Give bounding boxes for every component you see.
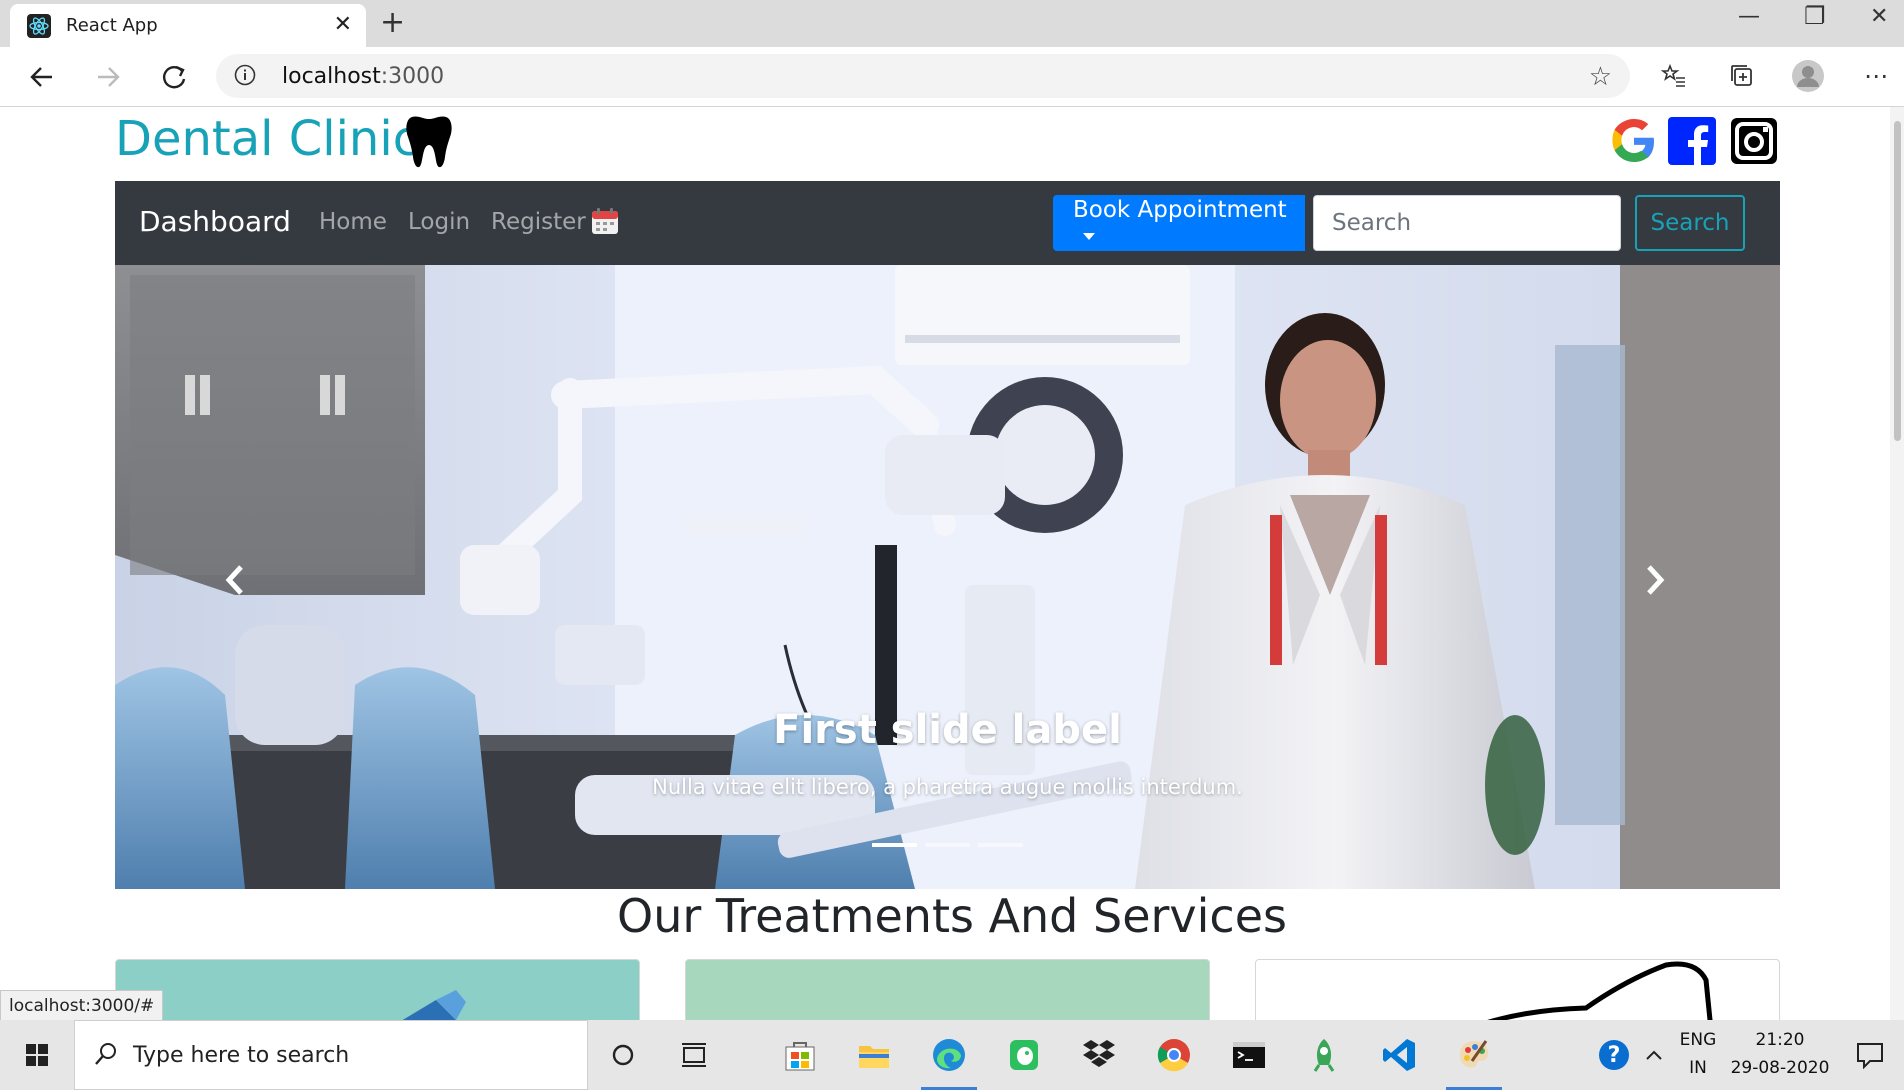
show-hidden-icons-chevron-icon[interactable]	[1632, 1033, 1676, 1077]
dropbox-icon[interactable]	[1077, 1033, 1121, 1077]
vscode-icon[interactable]	[1377, 1033, 1421, 1077]
profile-avatar-icon[interactable]	[1790, 58, 1826, 94]
taskbar-search-placeholder: Type here to search	[133, 1043, 350, 1068]
new-tab-icon[interactable]: +	[380, 6, 405, 40]
task-view-icon[interactable]	[673, 1033, 717, 1077]
svg-text:?: ?	[1608, 1043, 1621, 1068]
search-icon	[95, 1043, 116, 1065]
brand-title[interactable]: Dental Clinic	[115, 111, 419, 167]
forward-arrow-icon[interactable]	[90, 59, 126, 95]
paint-icon[interactable]	[1446, 1033, 1502, 1090]
page-viewport: Dental Clinic Dashboard Home Login Regis…	[0, 107, 1904, 1020]
favorites-icon[interactable]	[1656, 58, 1692, 94]
tab-title: React App	[66, 15, 158, 36]
status-url-tooltip: localhost:3000/#	[0, 990, 164, 1020]
back-arrow-icon[interactable]	[24, 59, 60, 95]
navbar-brand-dashboard[interactable]: Dashboard	[139, 205, 291, 238]
site-info-icon[interactable]	[234, 64, 256, 86]
carousel-indicator-2[interactable]	[925, 843, 970, 847]
window-close-icon[interactable]: ✕	[1870, 4, 1888, 29]
tooth-icon	[406, 116, 452, 168]
service-card-2[interactable]	[685, 959, 1210, 1020]
clock-date: 29-08-2020	[1730, 1058, 1830, 1078]
calendar-icon[interactable]	[591, 207, 619, 235]
hero-carousel: First slide label Nulla vitae elit liber…	[115, 265, 1780, 889]
nav-link-login[interactable]: Login	[408, 209, 470, 235]
facebook-icon[interactable]	[1668, 117, 1716, 165]
carousel-prev-icon[interactable]	[215, 555, 255, 605]
carousel-caption-title: First slide label	[773, 707, 1122, 753]
favorite-star-icon[interactable]: ☆	[1589, 62, 1612, 92]
refresh-icon[interactable]	[156, 59, 192, 95]
windows-start-icon[interactable]	[15, 1033, 59, 1077]
search-button[interactable]: Search	[1635, 195, 1745, 251]
instagram-icon[interactable]	[1730, 117, 1778, 165]
edge-browser-icon[interactable]	[921, 1033, 977, 1090]
language-indicator[interactable]: ENG IN	[1676, 1026, 1720, 1082]
browser-tab-strip: React App ✕ + — ❐ ✕	[0, 0, 1904, 47]
top-navbar: Dashboard Home Login Register Book Appoi…	[115, 181, 1780, 265]
address-bar[interactable]: localhost:3000 ☆	[216, 54, 1630, 98]
windows-taskbar: Type here to search ? ENG IN 21:20 29-08…	[0, 1020, 1904, 1090]
clock-time: 21:20	[1755, 1030, 1805, 1050]
carousel-caption-text: Nulla vitae elit libero, a pharetra augu…	[652, 775, 1243, 799]
browser-tab[interactable]: React App ✕	[10, 4, 366, 47]
carousel-indicator-1[interactable]	[872, 843, 917, 847]
google-icon[interactable]	[1610, 117, 1658, 165]
clock[interactable]: 21:20 29-08-2020	[1730, 1026, 1830, 1082]
minimize-icon[interactable]: —	[1738, 4, 1760, 29]
service-image-3	[1487, 961, 1713, 1020]
caret-down-icon	[1083, 233, 1095, 240]
help-icon[interactable]: ?	[1592, 1033, 1636, 1077]
carousel-next-icon[interactable]	[1635, 555, 1675, 605]
cortana-icon[interactable]	[601, 1033, 645, 1077]
url-text: localhost:3000	[282, 64, 445, 89]
nav-link-home[interactable]: Home	[319, 209, 387, 235]
page-scrollbar[interactable]	[1890, 107, 1904, 1020]
react-logo-icon	[27, 14, 51, 38]
collections-icon[interactable]	[1724, 58, 1760, 94]
nav-link-register[interactable]: Register	[491, 209, 586, 235]
scrollbar-thumb[interactable]	[1894, 121, 1901, 441]
language-code: ENG	[1679, 1030, 1717, 1050]
language-region: IN	[1689, 1058, 1707, 1078]
carousel-indicators	[115, 843, 1780, 847]
file-explorer-icon[interactable]	[852, 1033, 896, 1077]
notifications-icon[interactable]	[1848, 1033, 1892, 1077]
carousel-indicator-3[interactable]	[978, 843, 1023, 847]
services-heading: Our Treatments And Services	[617, 889, 1287, 943]
service-image-1	[402, 990, 466, 1020]
taskbar-search-box[interactable]: Type here to search	[74, 1020, 588, 1090]
robo3t-icon[interactable]	[1302, 1033, 1346, 1077]
service-card-3[interactable]	[1255, 959, 1780, 1020]
close-tab-icon[interactable]: ✕	[334, 13, 352, 37]
evernote-icon[interactable]	[1002, 1033, 1046, 1077]
terminal-icon[interactable]	[1227, 1033, 1271, 1077]
search-input[interactable]	[1313, 195, 1621, 251]
browser-toolbar: localhost:3000 ☆ ⋯	[0, 47, 1904, 107]
chrome-icon[interactable]	[1152, 1033, 1196, 1077]
book-appointment-dropdown[interactable]: Book Appointment	[1053, 195, 1305, 251]
more-menu-icon[interactable]: ⋯	[1858, 58, 1894, 94]
restore-icon[interactable]: ❐	[1804, 2, 1826, 30]
microsoft-store-icon[interactable]	[778, 1033, 822, 1077]
service-card-1[interactable]	[115, 959, 640, 1020]
